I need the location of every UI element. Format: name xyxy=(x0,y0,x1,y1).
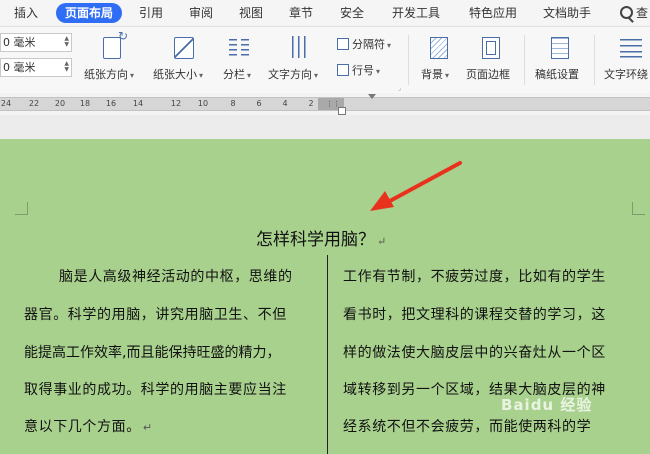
search-label[interactable]: 查 xyxy=(636,3,648,23)
ruler-tick: 12 xyxy=(170,99,182,108)
tab-developer-tools[interactable]: 开发工具 xyxy=(392,3,440,23)
text-direction-icon xyxy=(290,36,308,58)
ruler-area: 24 22 20 18 16 14 12 10 8 6 4 2 ⋮⋮ xyxy=(0,93,650,115)
column-divider xyxy=(327,255,328,454)
paper-size-icon xyxy=(174,37,194,59)
tab-doc-assistant[interactable]: 文档助手 xyxy=(543,3,591,23)
margin-top-field[interactable]: 0 毫米 ▲ ▼ xyxy=(0,33,72,52)
ruler-tick: 20 xyxy=(54,99,66,108)
ruler-tick: 18 xyxy=(79,99,91,108)
page-border-icon xyxy=(482,37,500,59)
orientation-label: 纸张方向 xyxy=(84,68,128,81)
line-numbers-button[interactable]: 行号 ▾ xyxy=(337,63,380,79)
margin-bottom-value: 0 毫米 xyxy=(3,61,36,74)
columns-label: 分栏 xyxy=(223,68,245,81)
ribbon-toolbar: 0 毫米 ▲▼ 0 毫米 ▲▼ 纸张方向▾ 纸张大小▾ 分栏▾ 文字方向▾ 分隔… xyxy=(0,27,650,93)
ruler-tick: 22 xyxy=(28,99,40,108)
orientation-button[interactable]: 纸张方向▾ xyxy=(84,27,140,93)
line-numbers-icon xyxy=(337,64,349,76)
ribbon-divider xyxy=(524,35,525,85)
left-column-line[interactable]: 脑是人高级神经活动的中枢，思维的 xyxy=(59,266,293,286)
left-column-line[interactable]: 能提高工作效率,而且能保持旺盛的精力， xyxy=(24,342,280,362)
tab-review[interactable]: 审阅 xyxy=(189,3,213,23)
watermark-logo: Baidu 经验 xyxy=(501,396,593,414)
left-column-line[interactable]: 器官。科学的用脑，讲究用脑卫生、不但 xyxy=(24,304,287,324)
tab-references[interactable]: 引用 xyxy=(139,3,163,23)
tab-special-apps[interactable]: 特色应用 xyxy=(469,3,517,23)
margin-bottom-field[interactable]: 0 毫米 ▲ ▼ xyxy=(0,58,72,77)
paper-size-button[interactable]: 纸张大小 ▾ xyxy=(153,27,215,93)
search-icon[interactable] xyxy=(620,6,633,19)
grid-paper-icon xyxy=(551,37,569,59)
text-wrap-icon xyxy=(620,37,642,59)
text-wrap-button[interactable]: 文字环绕 xyxy=(603,27,650,93)
left-column-line[interactable]: 意以下几个方面。 xyxy=(24,419,141,435)
background-icon xyxy=(430,37,448,59)
orientation-icon xyxy=(103,29,128,59)
paragraph-mark: ↵ xyxy=(377,235,387,248)
spinner-icon[interactable]: ▲ ▼ xyxy=(64,61,69,73)
ribbon-divider xyxy=(408,35,409,85)
background-button[interactable]: 背景 ▾ xyxy=(419,27,459,93)
ruler-tick: 6 xyxy=(256,99,262,108)
tab-chapter[interactable]: 章节 xyxy=(289,3,313,23)
ruler-tick: 16 xyxy=(105,99,117,108)
page-border-button[interactable]: 页面边框 xyxy=(464,27,518,93)
tab-view[interactable]: 视图 xyxy=(239,3,263,23)
page-gap xyxy=(0,115,650,139)
spinner-icon[interactable]: ▲ ▼ xyxy=(64,36,69,48)
first-line-indent-handle[interactable] xyxy=(368,94,376,99)
tab-insert[interactable]: 插入 xyxy=(14,3,38,23)
columns-button[interactable]: 分栏 ▾ xyxy=(221,27,257,93)
paper-size-label: 纸张大小 xyxy=(153,68,197,81)
right-column-line[interactable]: 工作有节制，不疲劳过度，比如有的学生 xyxy=(343,266,606,286)
text-direction-label: 文字方向 xyxy=(268,68,312,81)
right-column-line[interactable]: 看书时，把文理科的课程交替的学习，这 xyxy=(343,304,606,324)
page-border-label: 页面边框 xyxy=(466,68,510,81)
paragraph-mark: ↵ xyxy=(142,421,153,434)
left-column-line[interactable]: 取得事业的成功。科学的用脑主要应当注 xyxy=(24,379,287,399)
right-column-line[interactable]: 样的做法使大脑皮层中的兴奋灶从一个区 xyxy=(343,342,606,362)
right-column-line[interactable]: 经系统不但不会疲劳，而能使两科的学 xyxy=(343,416,591,436)
separator-button[interactable]: 分隔符 ▾ xyxy=(337,37,391,53)
ribbon-divider xyxy=(594,35,595,85)
line-numbers-label: 行号 xyxy=(352,64,374,77)
ruler-tick: 4 xyxy=(282,99,288,108)
ruler-tick: 2 xyxy=(308,99,314,108)
ruler-tick: 8 xyxy=(230,99,236,108)
text-direction-button[interactable]: 文字方向 ▾ xyxy=(268,27,330,93)
tab-page-layout[interactable]: 页面布局 xyxy=(56,3,122,23)
tab-security[interactable]: 安全 xyxy=(340,3,364,23)
horizontal-ruler[interactable]: 24 22 20 18 16 14 12 10 8 6 4 2 ⋮⋮ xyxy=(0,97,650,111)
text-wrap-label: 文字环绕 xyxy=(604,68,648,81)
margin-top-value: 0 毫米 xyxy=(3,36,36,49)
background-label: 背景 xyxy=(421,68,443,81)
title-text: 怎样科学用脑？ xyxy=(256,230,375,250)
ruler-tick: 14 xyxy=(132,99,144,108)
document-page[interactable]: 怎样科学用脑？ ↵ 脑是人高级神经活动的中枢，思维的 器官。科学的用脑，讲究用脑卫… xyxy=(0,139,650,454)
columns-icon xyxy=(229,37,249,57)
separator-label: 分隔符 xyxy=(352,38,385,51)
left-indent-handle[interactable] xyxy=(338,107,346,115)
ruler-tick: 24 xyxy=(0,99,12,108)
dialog-launcher-icon[interactable]: ⌟ xyxy=(398,85,401,92)
grid-paper-label: 稿纸设置 xyxy=(535,68,579,81)
separator-icon xyxy=(337,38,349,50)
grid-paper-button[interactable]: 稿纸设置 xyxy=(534,27,586,93)
document-title[interactable]: 怎样科学用脑？ ↵ xyxy=(256,225,386,250)
menu-bar: 插入 页面布局 引用 审阅 视图 章节 安全 开发工具 特色应用 文档助手 查 xyxy=(0,0,650,27)
ruler-tick: 10 xyxy=(197,99,209,108)
